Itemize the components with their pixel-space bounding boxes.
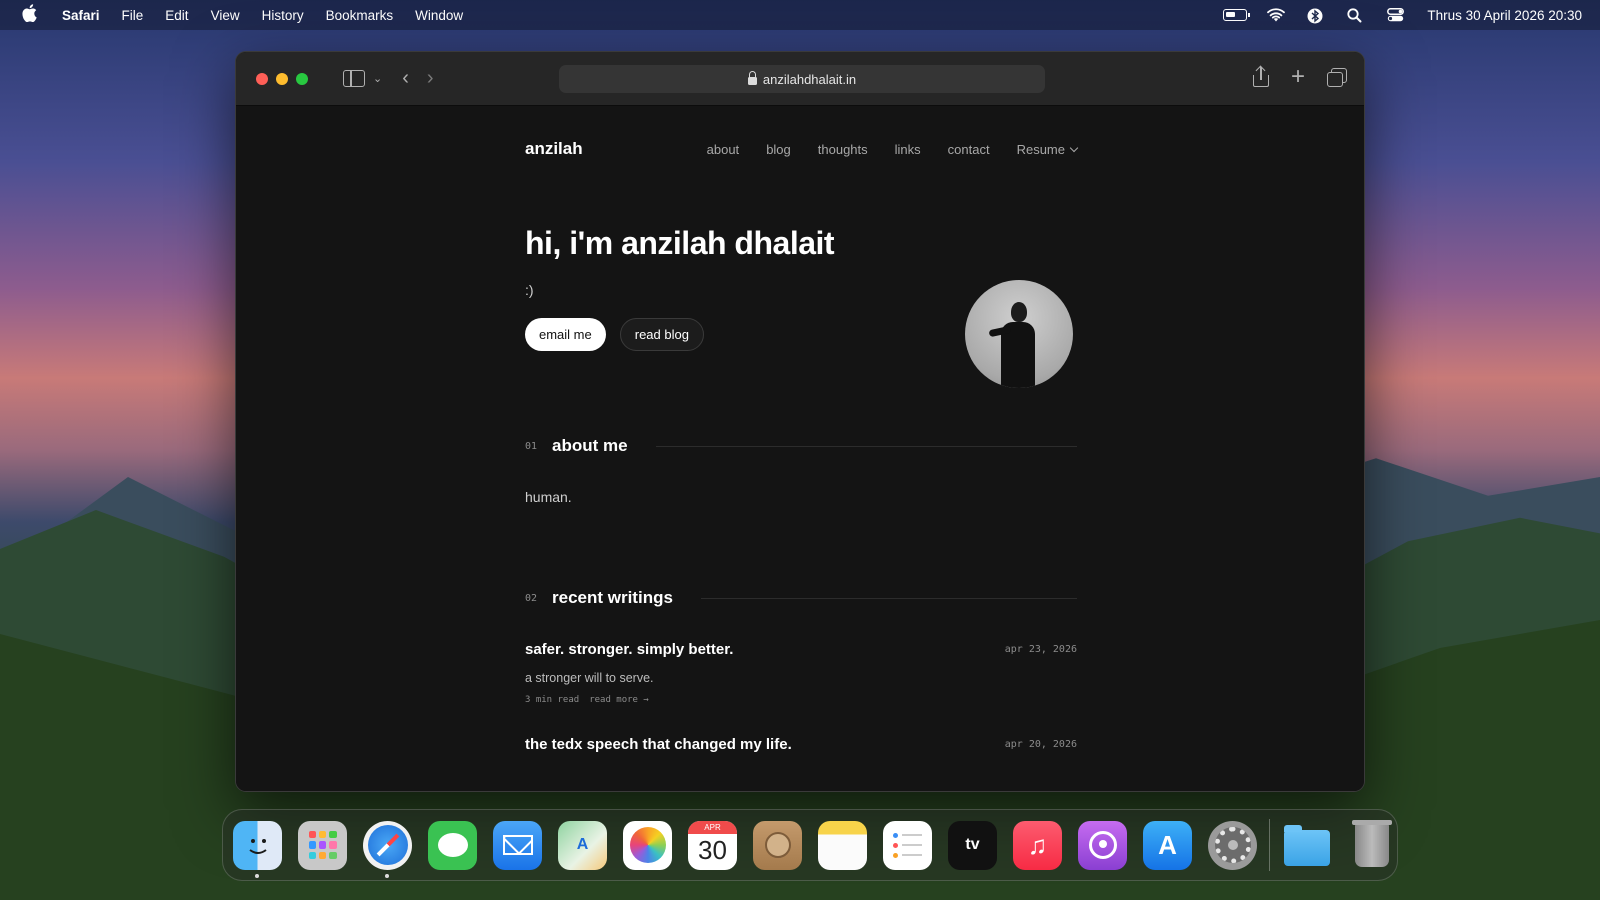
- site-header: anzilah about blog thoughts links contac…: [525, 137, 1079, 161]
- hero-title: hi, i'm anzilah dhalait: [525, 225, 835, 261]
- post-item[interactable]: safer. stronger. simply better. apr 23, …: [525, 641, 1077, 705]
- menubar-clock[interactable]: Thrus 30 April 2026 20:30: [1427, 8, 1582, 23]
- menu-bar: Safari File Edit View History Bookmarks …: [0, 0, 1600, 30]
- post-title[interactable]: the tedx speech that changed my life.: [525, 736, 1077, 753]
- maps-icon[interactable]: A: [558, 820, 607, 870]
- email-me-button[interactable]: email me: [525, 318, 606, 351]
- photos-icon[interactable]: [623, 820, 672, 870]
- lock-icon: [747, 71, 757, 85]
- safari-window: ⌄ ‹ › anzilahdhalait.in + anzilah about …: [235, 51, 1365, 792]
- calendar-month: APR: [688, 820, 737, 834]
- read-blog-button[interactable]: read blog: [619, 318, 704, 351]
- wifi-icon[interactable]: [1267, 8, 1287, 22]
- profile-photo: [965, 280, 1073, 388]
- about-section: 01 about me human.: [525, 436, 1077, 505]
- chevron-down-icon: [1069, 143, 1079, 152]
- section-number: 01: [525, 440, 538, 452]
- safari-icon[interactable]: [363, 820, 412, 878]
- nav-link-links[interactable]: links: [895, 142, 921, 157]
- bluetooth-icon[interactable]: [1307, 8, 1327, 24]
- section-number: 02: [525, 592, 538, 604]
- menu-view[interactable]: View: [211, 8, 240, 23]
- post-excerpt: a stronger will to serve.: [525, 671, 654, 685]
- calendar-icon[interactable]: APR 30: [688, 820, 737, 870]
- messages-icon[interactable]: [428, 820, 477, 870]
- nav-link-blog[interactable]: blog: [766, 142, 791, 157]
- window-controls: [256, 72, 308, 85]
- calendar-day: 30: [698, 834, 727, 865]
- url-text: anzilahdhalait.in: [762, 71, 857, 87]
- tab-overview-icon[interactable]: [1327, 68, 1347, 87]
- resume-dropdown[interactable]: Resume: [1016, 141, 1079, 157]
- spotlight-search-icon[interactable]: [1347, 8, 1367, 23]
- menu-file[interactable]: File: [122, 8, 144, 23]
- about-text: human.: [525, 489, 572, 505]
- dock: A APR 30 tv ♫ A: [222, 809, 1398, 881]
- menu-bookmarks[interactable]: Bookmarks: [326, 8, 394, 23]
- menu-window[interactable]: Window: [415, 8, 463, 23]
- web-page: anzilah about blog thoughts links contac…: [236, 107, 1364, 791]
- contacts-icon[interactable]: [753, 820, 802, 870]
- post-date: apr 23, 2026: [1004, 644, 1077, 655]
- post-read-time: 3 min read: [525, 695, 580, 705]
- back-arrow-icon[interactable]: ‹: [402, 67, 409, 90]
- trash-icon[interactable]: [1347, 820, 1396, 870]
- apple-menu-icon[interactable]: [22, 3, 40, 27]
- finder-icon[interactable]: [233, 820, 282, 878]
- music-icon[interactable]: ♫: [1013, 820, 1062, 870]
- new-tab-icon[interactable]: +: [1291, 65, 1305, 89]
- close-window-button[interactable]: [256, 72, 268, 85]
- control-center-icon[interactable]: [1387, 8, 1407, 22]
- battery-icon[interactable]: [1223, 9, 1251, 21]
- dock-separator: [1269, 819, 1270, 871]
- minimize-window-button[interactable]: [276, 72, 288, 85]
- nav-link-about[interactable]: about: [707, 142, 740, 157]
- app-store-icon[interactable]: A: [1143, 820, 1192, 870]
- menu-history[interactable]: History: [262, 8, 304, 23]
- folder-icon[interactable]: [1282, 821, 1331, 870]
- fullscreen-window-button[interactable]: [296, 72, 308, 85]
- address-bar[interactable]: anzilahdhalait.in: [559, 65, 1045, 93]
- share-icon[interactable]: [1252, 67, 1269, 87]
- read-more-link[interactable]: read more →: [589, 695, 649, 705]
- nav-link-thoughts[interactable]: thoughts: [818, 142, 868, 157]
- post-item[interactable]: the tedx speech that changed my life. ap…: [525, 736, 1077, 753]
- chevron-down-icon[interactable]: ⌄: [373, 72, 382, 85]
- section-divider: [655, 445, 1077, 447]
- writings-section: 02 recent writings safer. stronger. simp…: [525, 588, 1077, 753]
- apple-tv-icon[interactable]: tv: [948, 820, 997, 870]
- forward-arrow-icon[interactable]: ›: [427, 67, 434, 90]
- post-title[interactable]: safer. stronger. simply better.: [525, 641, 1077, 658]
- browser-toolbar: ⌄ ‹ › anzilahdhalait.in +: [236, 52, 1364, 106]
- post-date: apr 20, 2026: [1004, 739, 1077, 750]
- resume-label: Resume: [1016, 141, 1065, 157]
- podcasts-icon[interactable]: [1078, 820, 1127, 870]
- nav-link-contact[interactable]: contact: [948, 142, 990, 157]
- mail-icon[interactable]: [493, 820, 542, 870]
- system-settings-icon[interactable]: [1208, 820, 1257, 870]
- section-title: recent writings: [552, 588, 673, 607]
- reminders-icon[interactable]: [883, 820, 932, 870]
- notes-icon[interactable]: [818, 820, 867, 870]
- site-nav: about blog thoughts links contact Resume: [707, 141, 1079, 157]
- sidebar-toggle-icon[interactable]: [343, 70, 365, 87]
- menu-app-name[interactable]: Safari: [62, 8, 100, 23]
- section-title: about me: [552, 436, 628, 455]
- menu-edit[interactable]: Edit: [165, 8, 188, 23]
- section-divider: [700, 597, 1077, 599]
- site-brand[interactable]: anzilah: [525, 139, 583, 159]
- launchpad-icon[interactable]: [298, 820, 347, 870]
